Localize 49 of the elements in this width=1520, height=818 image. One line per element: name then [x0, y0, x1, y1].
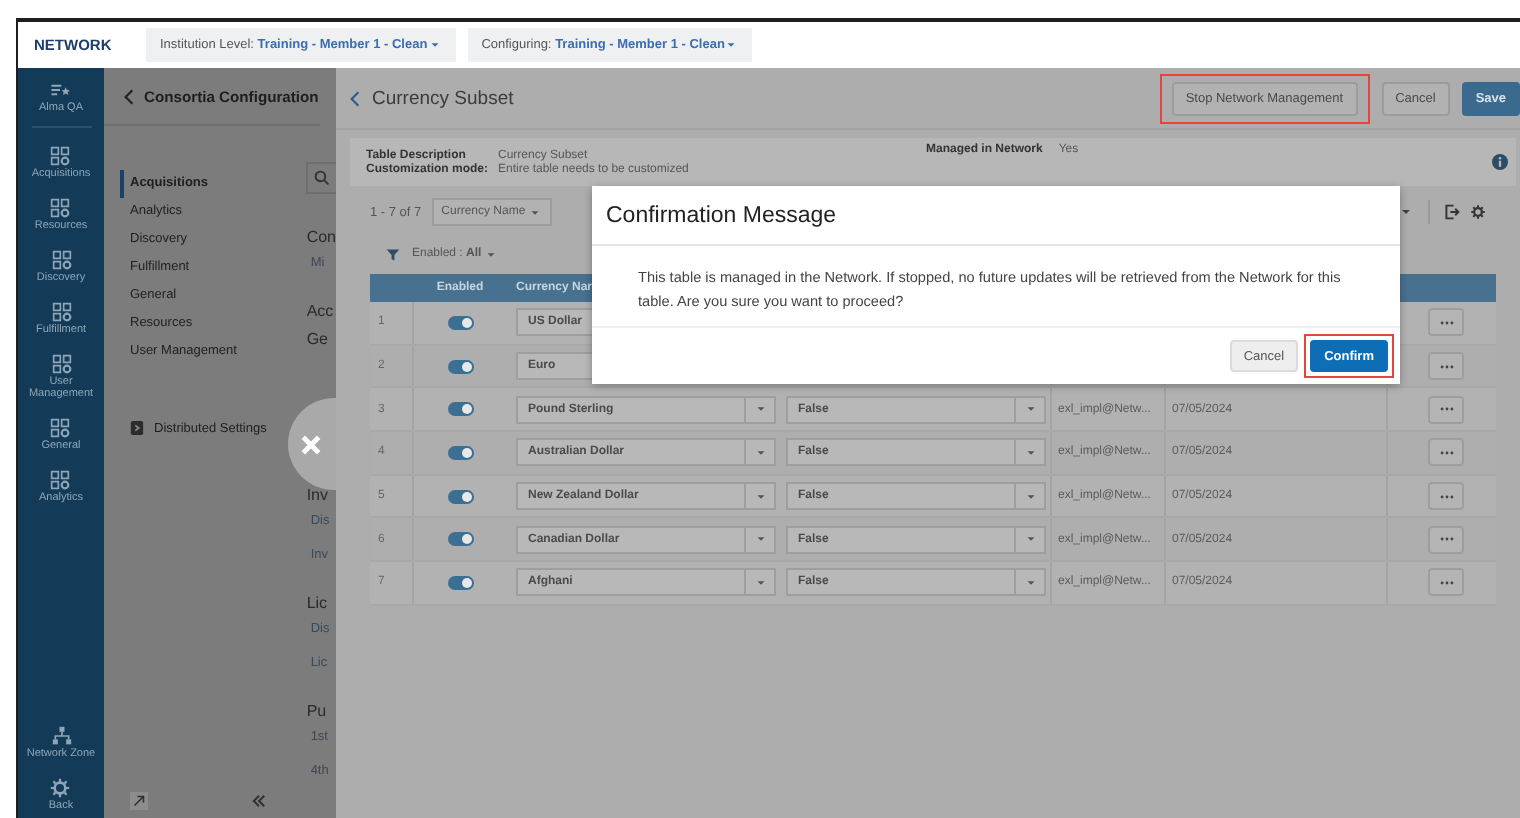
export-icon[interactable] — [1444, 204, 1460, 220]
back-chevron-icon[interactable] — [124, 87, 134, 105]
section-heading: Acc — [306, 304, 336, 324]
toggle-switch[interactable] — [447, 489, 473, 504]
close-button[interactable] — [288, 398, 336, 490]
close-icon — [300, 433, 322, 455]
grid-gear-icon — [51, 354, 71, 375]
toggle-switch[interactable] — [447, 359, 473, 374]
toggle-switch[interactable] — [447, 532, 473, 547]
more-icon — [1439, 536, 1453, 543]
back-chevron-icon[interactable] — [350, 89, 360, 107]
network-icon — [51, 725, 71, 746]
caret-icon[interactable] — [1398, 204, 1414, 220]
info-icon[interactable] — [1492, 154, 1508, 170]
more-icon — [1439, 493, 1453, 500]
filter-icon[interactable] — [386, 247, 400, 261]
search-icon — [314, 170, 331, 186]
toggle-switch[interactable] — [447, 575, 473, 590]
grid-gear-icon — [51, 302, 71, 323]
dialog-title: Confirmation Message — [592, 186, 1400, 246]
more-icon — [1439, 319, 1453, 326]
collapse-icon[interactable] — [252, 794, 267, 808]
more-icon — [1439, 363, 1453, 370]
caret-icon — [483, 247, 498, 261]
grid-gear-icon — [50, 470, 71, 491]
caret-icon — [527, 205, 542, 219]
toggle-switch[interactable] — [447, 402, 473, 417]
section-heading: Pu — [306, 704, 329, 724]
gear-icon[interactable] — [1470, 204, 1486, 220]
gear-icon — [50, 777, 71, 798]
expand-icon[interactable] — [130, 792, 148, 810]
section-heading: Ge — [306, 332, 330, 352]
more-icon — [1439, 449, 1453, 456]
document-icon — [130, 420, 144, 436]
section-heading: Con — [306, 230, 336, 250]
toggle-switch[interactable] — [447, 445, 473, 460]
grid-gear-icon — [50, 418, 71, 439]
lines-star-icon — [50, 80, 71, 100]
section-heading: Lic — [306, 596, 330, 616]
grid-gear-icon — [50, 146, 71, 167]
grid-gear-icon — [51, 250, 71, 271]
grid-gear-icon — [50, 198, 71, 219]
more-icon — [1439, 579, 1453, 586]
more-icon — [1439, 406, 1453, 413]
section-heading: Inv — [306, 488, 330, 508]
toggle-switch[interactable] — [447, 315, 473, 330]
page-title: Currency Subset — [372, 87, 514, 109]
caret-icon — [724, 38, 739, 52]
caret-icon — [427, 38, 442, 52]
